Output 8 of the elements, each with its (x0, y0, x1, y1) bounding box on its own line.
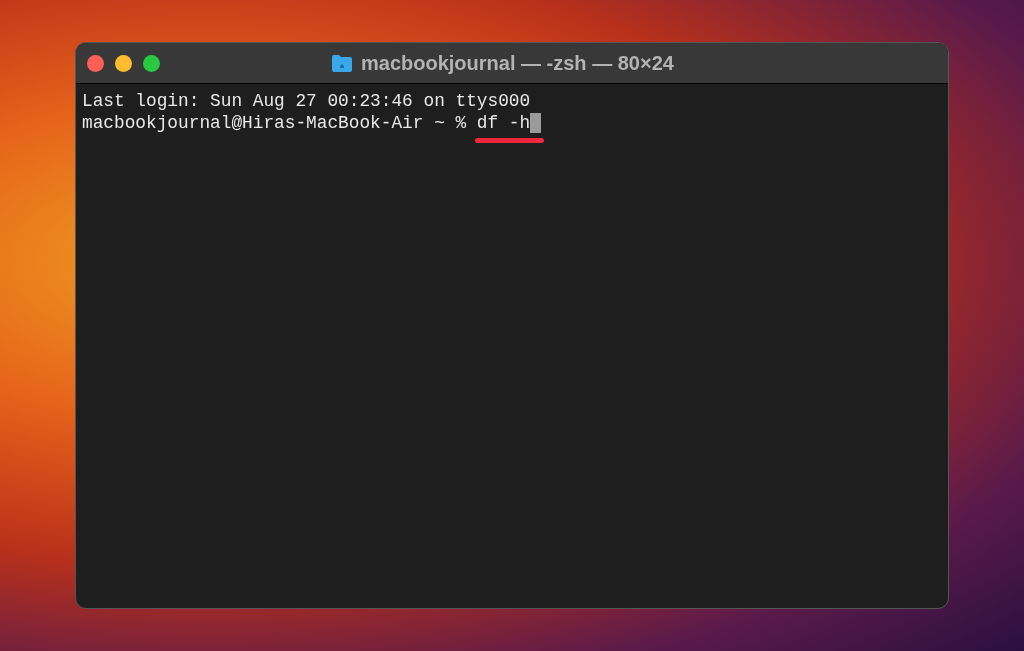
shell-prompt: macbookjournal@Hiras-MacBook-Air ~ % (82, 112, 468, 134)
minimize-button[interactable] (115, 54, 132, 72)
close-button[interactable] (87, 54, 104, 72)
zoom-button[interactable] (143, 54, 160, 72)
folder-icon (331, 53, 353, 73)
terminal-output-line: Last login: Sun Aug 27 00:23:46 on ttys000 (82, 90, 531, 112)
window-title: macbookjournal — -zsh — 80×24 (361, 51, 674, 76)
typed-command: df -h (476, 112, 531, 134)
